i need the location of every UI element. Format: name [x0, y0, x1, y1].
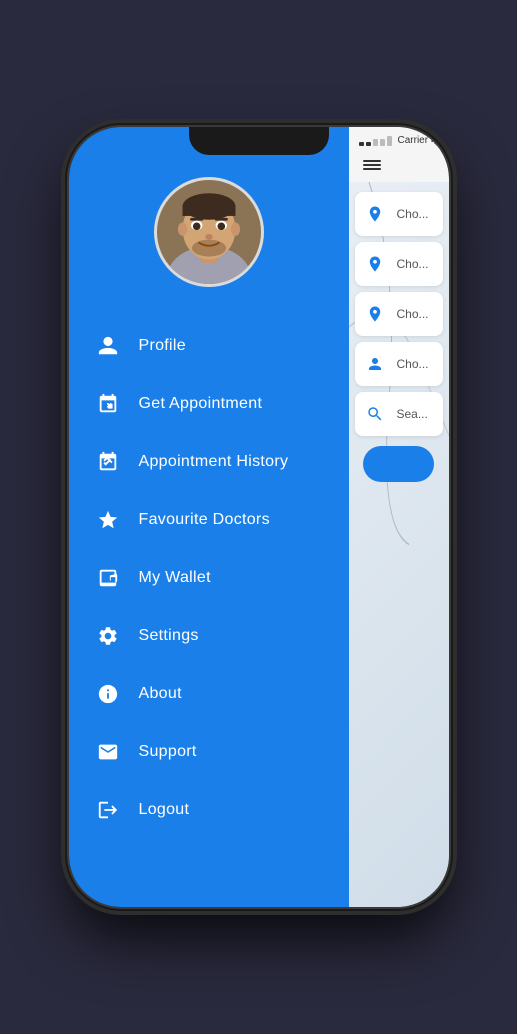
- carrier-label: Carrier: [398, 135, 429, 146]
- content-row-text-1: Cho...: [397, 257, 429, 271]
- phone-frame: Profile Get Appointment: [69, 127, 449, 907]
- hamburger-line-1: [363, 160, 381, 162]
- sidebar-item-label: Logout: [139, 801, 190, 819]
- hamburger-button[interactable]: [359, 154, 439, 176]
- person-medical-icon: [361, 350, 389, 378]
- sidebar-item-logout[interactable]: Logout: [69, 781, 349, 839]
- content-row-text-3: Cho...: [397, 357, 429, 371]
- content-rows-container: Cho... Cho...: [349, 192, 449, 482]
- avatar: [154, 177, 264, 287]
- signal-indicator: [359, 136, 392, 146]
- person-location-icon: [361, 200, 389, 228]
- sidebar-item-favourite-doctors[interactable]: Favourite Doctors: [69, 491, 349, 549]
- map-area: Cho... Cho...: [349, 182, 449, 907]
- wifi-icon: [431, 136, 444, 146]
- content-row-0[interactable]: Cho...: [355, 192, 443, 236]
- content-row-2[interactable]: Cho...: [355, 292, 443, 336]
- status-bar: Carrier: [349, 127, 449, 150]
- search-person-icon: [361, 400, 389, 428]
- sidebar-item-label: Settings: [139, 627, 199, 645]
- calendar-plus-icon: [93, 389, 123, 419]
- person-icon: [93, 331, 123, 361]
- sidebar: Profile Get Appointment: [69, 127, 349, 907]
- content-row-4[interactable]: Sea...: [355, 392, 443, 436]
- sidebar-item-label: About: [139, 685, 182, 703]
- sidebar-item-label: Get Appointment: [139, 395, 263, 413]
- phone-screen: Profile Get Appointment: [69, 127, 449, 907]
- star-icon: [93, 505, 123, 535]
- sidebar-item-get-appointment[interactable]: Get Appointment: [69, 375, 349, 433]
- signal-dot-2: [366, 142, 371, 146]
- sidebar-item-label: Support: [139, 743, 197, 761]
- phone-wrapper: Profile Get Appointment: [0, 0, 517, 1034]
- content-row-1[interactable]: Cho...: [355, 242, 443, 286]
- gear-icon: [93, 621, 123, 651]
- sidebar-item-about[interactable]: About: [69, 665, 349, 723]
- content-row-text-2: Cho...: [397, 307, 429, 321]
- menu-list: Profile Get Appointment: [69, 307, 349, 907]
- sidebar-item-label: Appointment History: [139, 453, 289, 471]
- calendar-check-icon: [93, 447, 123, 477]
- notch: [189, 127, 329, 155]
- sidebar-item-label: My Wallet: [139, 569, 211, 587]
- sidebar-item-label: Profile: [139, 337, 186, 355]
- wallet-icon: [93, 563, 123, 593]
- sidebar-item-appointment-history[interactable]: Appointment History: [69, 433, 349, 491]
- location-icon-1: [361, 250, 389, 278]
- signal-dot-1: [359, 142, 364, 146]
- sidebar-item-settings[interactable]: Settings: [69, 607, 349, 665]
- sidebar-item-support[interactable]: Support: [69, 723, 349, 781]
- signal-dot-4: [380, 139, 385, 146]
- location-icon-2: [361, 300, 389, 328]
- action-button[interactable]: [363, 446, 433, 482]
- avatar-image: [157, 177, 261, 287]
- sidebar-item-my-wallet[interactable]: My Wallet: [69, 549, 349, 607]
- content-row-text-0: Cho...: [397, 207, 429, 221]
- hamburger-line-3: [363, 168, 381, 170]
- info-icon: [93, 679, 123, 709]
- sidebar-item-label: Favourite Doctors: [139, 511, 270, 529]
- envelope-icon: [93, 737, 123, 767]
- logout-icon: [93, 795, 123, 825]
- content-row-text-4: Sea...: [397, 407, 428, 421]
- hamburger-line-2: [363, 164, 381, 166]
- signal-dot-5: [387, 136, 392, 146]
- hamburger-area: [349, 150, 449, 182]
- main-content: Carrier: [349, 127, 449, 907]
- sidebar-item-profile[interactable]: Profile: [69, 317, 349, 375]
- carrier-info: Carrier: [359, 135, 445, 146]
- content-row-3[interactable]: Cho...: [355, 342, 443, 386]
- signal-dot-3: [373, 139, 378, 146]
